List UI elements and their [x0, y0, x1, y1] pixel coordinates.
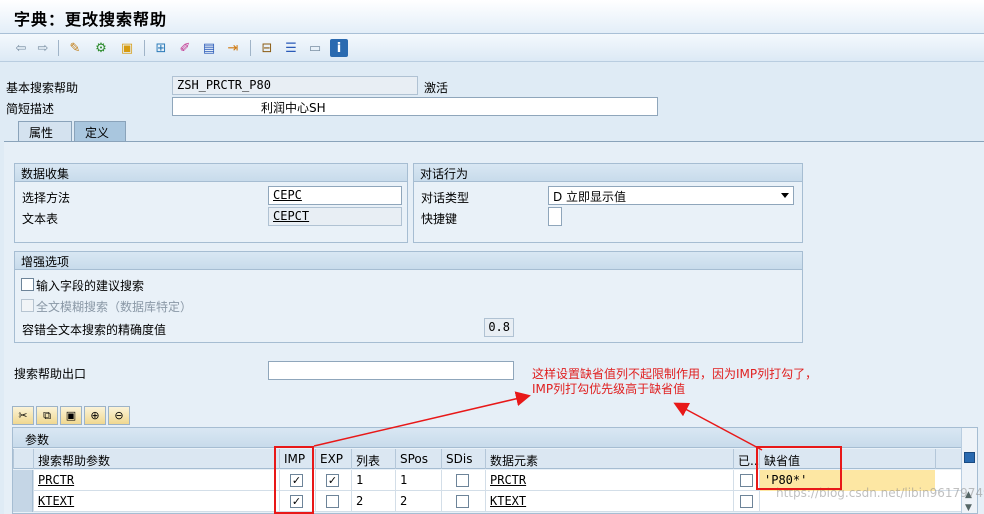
- exp-checkbox[interactable]: ✓: [326, 474, 339, 487]
- exp-checkbox[interactable]: [326, 495, 339, 508]
- list-cell[interactable]: 1: [351, 470, 395, 491]
- fulltext-fuzzy-label: 全文模糊搜索（数据库特定）: [36, 300, 193, 314]
- dialog-type-value: D 立即显示值: [553, 190, 627, 204]
- exit-label: 搜索帮助出口: [14, 367, 87, 381]
- col-param[interactable]: 搜索帮助参数: [33, 449, 279, 469]
- col-data-element[interactable]: 数据元素: [485, 449, 733, 469]
- tolerance-field[interactable]: 0.8: [484, 318, 514, 337]
- fulltext-fuzzy-checkbox: [21, 299, 34, 312]
- hierarchy-icon[interactable]: ⊟: [258, 39, 276, 57]
- tab-attributes[interactable]: 属性: [18, 121, 72, 141]
- modified-checkbox[interactable]: [740, 495, 753, 508]
- hotkey-label: 快捷键: [421, 212, 458, 226]
- toolbar-separator: [58, 40, 59, 56]
- exp-cell: [315, 491, 351, 512]
- modified-checkbox[interactable]: [740, 474, 753, 487]
- sdis-cell: [441, 491, 485, 512]
- info-icon[interactable]: i: [330, 39, 348, 57]
- search-help-field[interactable]: ZSH_PRCTR_P80: [172, 76, 418, 95]
- dialog-type-label: 对话类型: [421, 191, 470, 205]
- param-name[interactable]: KTEXT: [33, 491, 279, 512]
- check-icon[interactable]: ▣: [118, 39, 136, 57]
- select-method-field[interactable]: CEPC: [268, 186, 402, 205]
- modified-cell: [733, 491, 759, 512]
- table-scrollbar[interactable]: ▲ ▼: [961, 428, 977, 513]
- select-method-label: 选择方法: [22, 191, 71, 205]
- row-selector[interactable]: [13, 470, 33, 491]
- col-exp[interactable]: EXP: [315, 449, 351, 469]
- short-desc-field[interactable]: 利润中心SH: [172, 97, 658, 116]
- data-collection-title: 数据收集: [15, 164, 407, 182]
- row-selector[interactable]: [13, 491, 33, 512]
- pencil-icon[interactable]: ✐: [176, 39, 194, 57]
- data-element-cell[interactable]: KTEXT: [485, 491, 733, 512]
- status-text: 激活: [424, 81, 449, 95]
- print-icon[interactable]: ▤: [200, 39, 218, 57]
- activate-icon[interactable]: ⚙: [92, 39, 110, 57]
- scroll-down-icon[interactable]: ▼: [965, 503, 972, 513]
- suggest-search-checkbox[interactable]: [21, 278, 34, 291]
- exit-field[interactable]: [268, 361, 514, 380]
- list-cell[interactable]: 2: [351, 491, 395, 512]
- transport-icon[interactable]: ⇥: [224, 39, 242, 57]
- spos-cell[interactable]: 1: [395, 470, 441, 491]
- cut-icon[interactable]: ✂: [12, 406, 34, 425]
- dialog-type-select[interactable]: D 立即显示值: [548, 186, 794, 205]
- insert-row-icon[interactable]: ⊕: [84, 406, 106, 425]
- select-all-cell[interactable]: [13, 449, 33, 469]
- toolbar-separator: [144, 40, 145, 56]
- tab-definition[interactable]: 定义: [74, 121, 126, 141]
- tolerance-label: 容错全文本搜索的精确度值: [22, 323, 167, 337]
- col-rest: [935, 449, 961, 469]
- short-desc-label: 简短描述: [6, 102, 55, 116]
- spos-cell[interactable]: 2: [395, 491, 441, 512]
- copy-icon[interactable]: ⧉: [36, 406, 58, 425]
- parameter-table-title: 参数: [13, 428, 977, 448]
- window-title: 字典：更改搜索帮助: [14, 10, 168, 29]
- paste-icon[interactable]: ▣: [60, 406, 82, 425]
- annotation-line-2: IMP列打勾优先级高于缺省值: [532, 382, 686, 396]
- display-change-icon[interactable]: ✎: [66, 39, 84, 57]
- delete-row-icon[interactable]: ⊖: [108, 406, 130, 425]
- text-table-label: 文本表: [22, 212, 59, 226]
- hotkey-field[interactable]: [548, 207, 562, 226]
- search-help-label: 基本搜索帮助: [6, 81, 79, 95]
- text-table-field[interactable]: CEPCT: [268, 207, 402, 226]
- enhanced-options-title: 增强选项: [15, 252, 802, 270]
- data-element-cell[interactable]: PRCTR: [485, 470, 733, 491]
- where-used-icon[interactable]: ⊞: [152, 39, 170, 57]
- title-bar: 字典：更改搜索帮助: [0, 0, 984, 34]
- imp-highlight-box: [274, 446, 314, 514]
- toolbar-separator: [250, 40, 251, 56]
- col-spos[interactable]: SPos: [395, 449, 441, 469]
- dialog-behavior-title: 对话行为: [414, 164, 802, 182]
- exp-cell: ✓: [315, 470, 351, 491]
- application-toolbar: ⇦ ⇨ ✎ ⚙ ▣ ⊞ ✐ ▤ ⇥ ⊟ ☰ ▭ i: [0, 34, 984, 62]
- param-name[interactable]: PRCTR: [33, 470, 279, 491]
- chevron-down-icon: [781, 193, 789, 198]
- sdis-checkbox[interactable]: [456, 474, 469, 487]
- back-icon[interactable]: ⇦: [12, 39, 30, 57]
- align-icon[interactable]: ☰: [282, 39, 300, 57]
- column-settings-icon[interactable]: [964, 452, 975, 463]
- forward-icon[interactable]: ⇨: [34, 39, 52, 57]
- sdis-cell: [441, 470, 485, 491]
- table-icon[interactable]: ▭: [306, 39, 324, 57]
- suggest-search-label: 输入字段的建议搜索: [36, 279, 145, 293]
- default-highlight-box: [756, 446, 842, 490]
- col-list[interactable]: 列表: [351, 449, 395, 469]
- sdis-checkbox[interactable]: [456, 495, 469, 508]
- col-sdis[interactable]: SDis: [441, 449, 485, 469]
